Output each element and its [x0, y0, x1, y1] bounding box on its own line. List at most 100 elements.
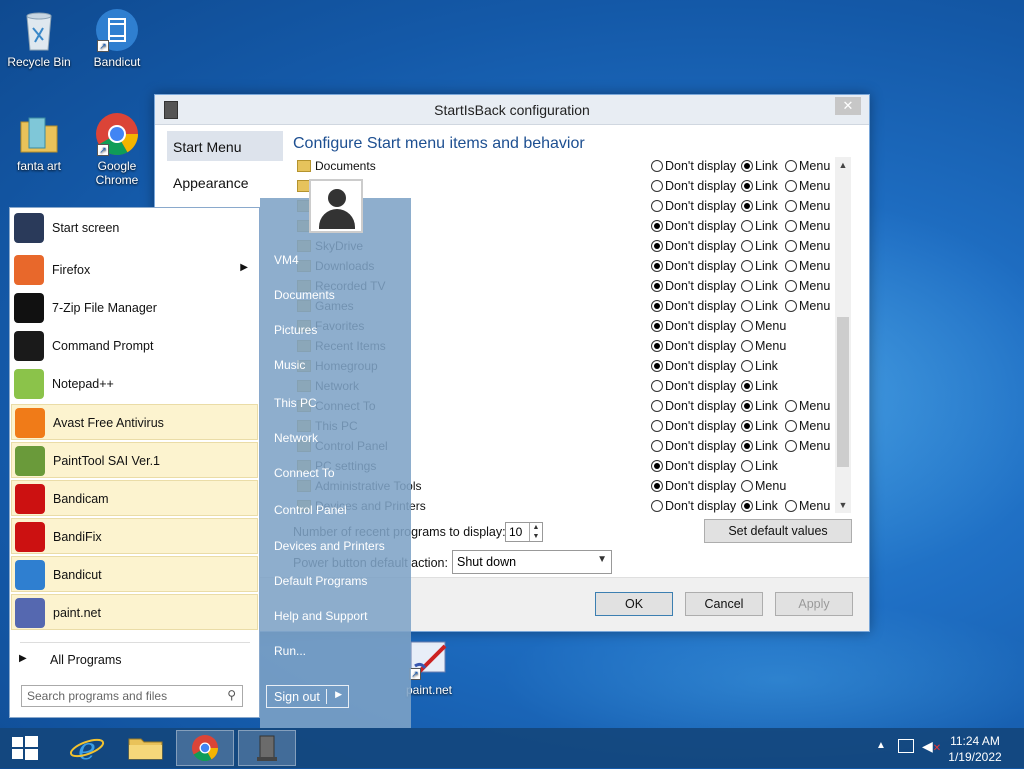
radio-button[interactable] — [785, 280, 797, 292]
radio-option[interactable]: Link — [741, 439, 778, 453]
radio-option[interactable]: Don't display — [651, 299, 736, 313]
sign-out-button[interactable]: Sign out ▶ — [266, 685, 349, 708]
start-right-item[interactable]: Control Panel — [274, 503, 347, 517]
radio-button[interactable] — [741, 460, 753, 472]
radio-option[interactable]: Link — [741, 399, 778, 413]
radio-option[interactable]: Link — [741, 179, 778, 193]
radio-option[interactable]: Don't display — [651, 459, 736, 473]
radio-option[interactable]: Link — [741, 299, 778, 313]
radio-button[interactable] — [785, 200, 797, 212]
list-scrollbar[interactable]: ▲ ▼ — [835, 157, 851, 513]
program-item[interactable]: PaintTool SAI Ver.1 — [11, 442, 258, 478]
radio-button[interactable] — [741, 180, 753, 192]
radio-button[interactable] — [785, 240, 797, 252]
search-icon[interactable]: ⚲ — [227, 688, 236, 702]
radio-button[interactable] — [741, 280, 753, 292]
radio-button[interactable] — [741, 360, 753, 372]
program-item[interactable]: Command Prompt — [11, 328, 258, 364]
radio-button[interactable] — [741, 380, 753, 392]
radio-button[interactable] — [651, 240, 663, 252]
radio-option[interactable]: Menu — [785, 259, 830, 273]
radio-button[interactable] — [651, 200, 663, 212]
start-right-item[interactable]: Default Programs — [274, 574, 367, 588]
start-right-item[interactable]: This PC — [274, 396, 317, 410]
radio-option[interactable]: Menu — [785, 159, 830, 173]
radio-option[interactable]: Menu — [785, 499, 830, 513]
taskbar-internet-explorer[interactable]: e — [58, 730, 116, 767]
radio-button[interactable] — [785, 440, 797, 452]
start-right-item[interactable]: Help and Support — [274, 609, 367, 623]
radio-button[interactable] — [741, 200, 753, 212]
radio-option[interactable]: Menu — [785, 439, 830, 453]
scroll-up-icon[interactable]: ▲ — [835, 157, 851, 173]
desktop-icon-bandicut[interactable]: ↗ Bandicut — [78, 8, 156, 69]
radio-option[interactable]: Menu — [741, 479, 786, 493]
radio-option[interactable]: Don't display — [651, 259, 736, 273]
program-item[interactable]: Avast Free Antivirus — [11, 404, 258, 440]
start-right-item[interactable]: Devices and Printers — [274, 539, 385, 553]
radio-button[interactable] — [741, 420, 753, 432]
radio-button[interactable] — [651, 160, 663, 172]
taskbar-file-explorer[interactable] — [116, 730, 174, 766]
radio-button[interactable] — [741, 240, 753, 252]
radio-option[interactable]: Menu — [785, 419, 830, 433]
radio-option[interactable]: Don't display — [651, 359, 736, 373]
radio-option[interactable]: Link — [741, 279, 778, 293]
radio-button[interactable] — [651, 380, 663, 392]
radio-option[interactable]: Menu — [785, 399, 830, 413]
radio-option[interactable]: Menu — [741, 339, 786, 353]
radio-option[interactable]: Link — [741, 459, 778, 473]
radio-button[interactable] — [785, 260, 797, 272]
radio-button[interactable] — [785, 220, 797, 232]
radio-button[interactable] — [651, 180, 663, 192]
radio-button[interactable] — [741, 340, 753, 352]
start-right-item[interactable]: VM4 — [274, 253, 299, 267]
radio-option[interactable]: Menu — [785, 279, 830, 293]
start-right-item[interactable]: Network — [274, 431, 318, 445]
radio-option[interactable]: Menu — [785, 299, 830, 313]
radio-button[interactable] — [651, 460, 663, 472]
dialog-titlebar[interactable]: StartIsBack configuration ✕ — [155, 95, 869, 125]
radio-option[interactable]: Link — [741, 419, 778, 433]
radio-button[interactable] — [785, 400, 797, 412]
radio-button[interactable] — [651, 260, 663, 272]
radio-button[interactable] — [741, 160, 753, 172]
radio-button[interactable] — [741, 320, 753, 332]
chevron-right-icon[interactable]: ▶ — [335, 689, 342, 700]
radio-button[interactable] — [651, 480, 663, 492]
program-item[interactable]: 7-Zip File Manager — [11, 290, 258, 326]
radio-option[interactable]: Don't display — [651, 479, 736, 493]
start-right-item[interactable]: Music — [274, 358, 305, 372]
radio-button[interactable] — [741, 300, 753, 312]
radio-button[interactable] — [785, 500, 797, 512]
radio-button[interactable] — [785, 300, 797, 312]
radio-option[interactable]: Menu — [741, 319, 786, 333]
radio-option[interactable]: Link — [741, 359, 778, 373]
apply-button[interactable]: Apply — [775, 592, 853, 616]
radio-option[interactable]: Link — [741, 219, 778, 233]
radio-button[interactable] — [741, 500, 753, 512]
radio-button[interactable] — [651, 440, 663, 452]
program-item[interactable]: Bandicut — [11, 556, 258, 592]
close-button[interactable]: ✕ — [835, 97, 861, 115]
radio-option[interactable]: Menu — [785, 239, 830, 253]
radio-button[interactable] — [741, 440, 753, 452]
nav-appearance[interactable]: Appearance — [167, 167, 283, 197]
search-programs-input[interactable]: Search programs and files ⚲ — [21, 685, 243, 707]
radio-option[interactable]: Don't display — [651, 239, 736, 253]
radio-button[interactable] — [785, 180, 797, 192]
radio-button[interactable] — [651, 360, 663, 372]
desktop-icon-recycle-bin[interactable]: Recycle Bin — [0, 8, 78, 69]
radio-option[interactable]: Link — [741, 159, 778, 173]
radio-button[interactable] — [651, 280, 663, 292]
program-item[interactable]: Start screen — [11, 210, 258, 246]
radio-option[interactable]: Don't display — [651, 279, 736, 293]
all-programs-item[interactable]: ▶ All Programs — [11, 646, 258, 674]
radio-option[interactable]: Don't display — [651, 419, 736, 433]
set-default-values-button[interactable]: Set default values — [704, 519, 852, 543]
radio-option[interactable]: Don't display — [651, 199, 736, 213]
radio-button[interactable] — [651, 340, 663, 352]
program-item[interactable]: paint.net — [11, 594, 258, 630]
scroll-down-icon[interactable]: ▼ — [835, 497, 851, 513]
radio-option[interactable]: Don't display — [651, 339, 736, 353]
